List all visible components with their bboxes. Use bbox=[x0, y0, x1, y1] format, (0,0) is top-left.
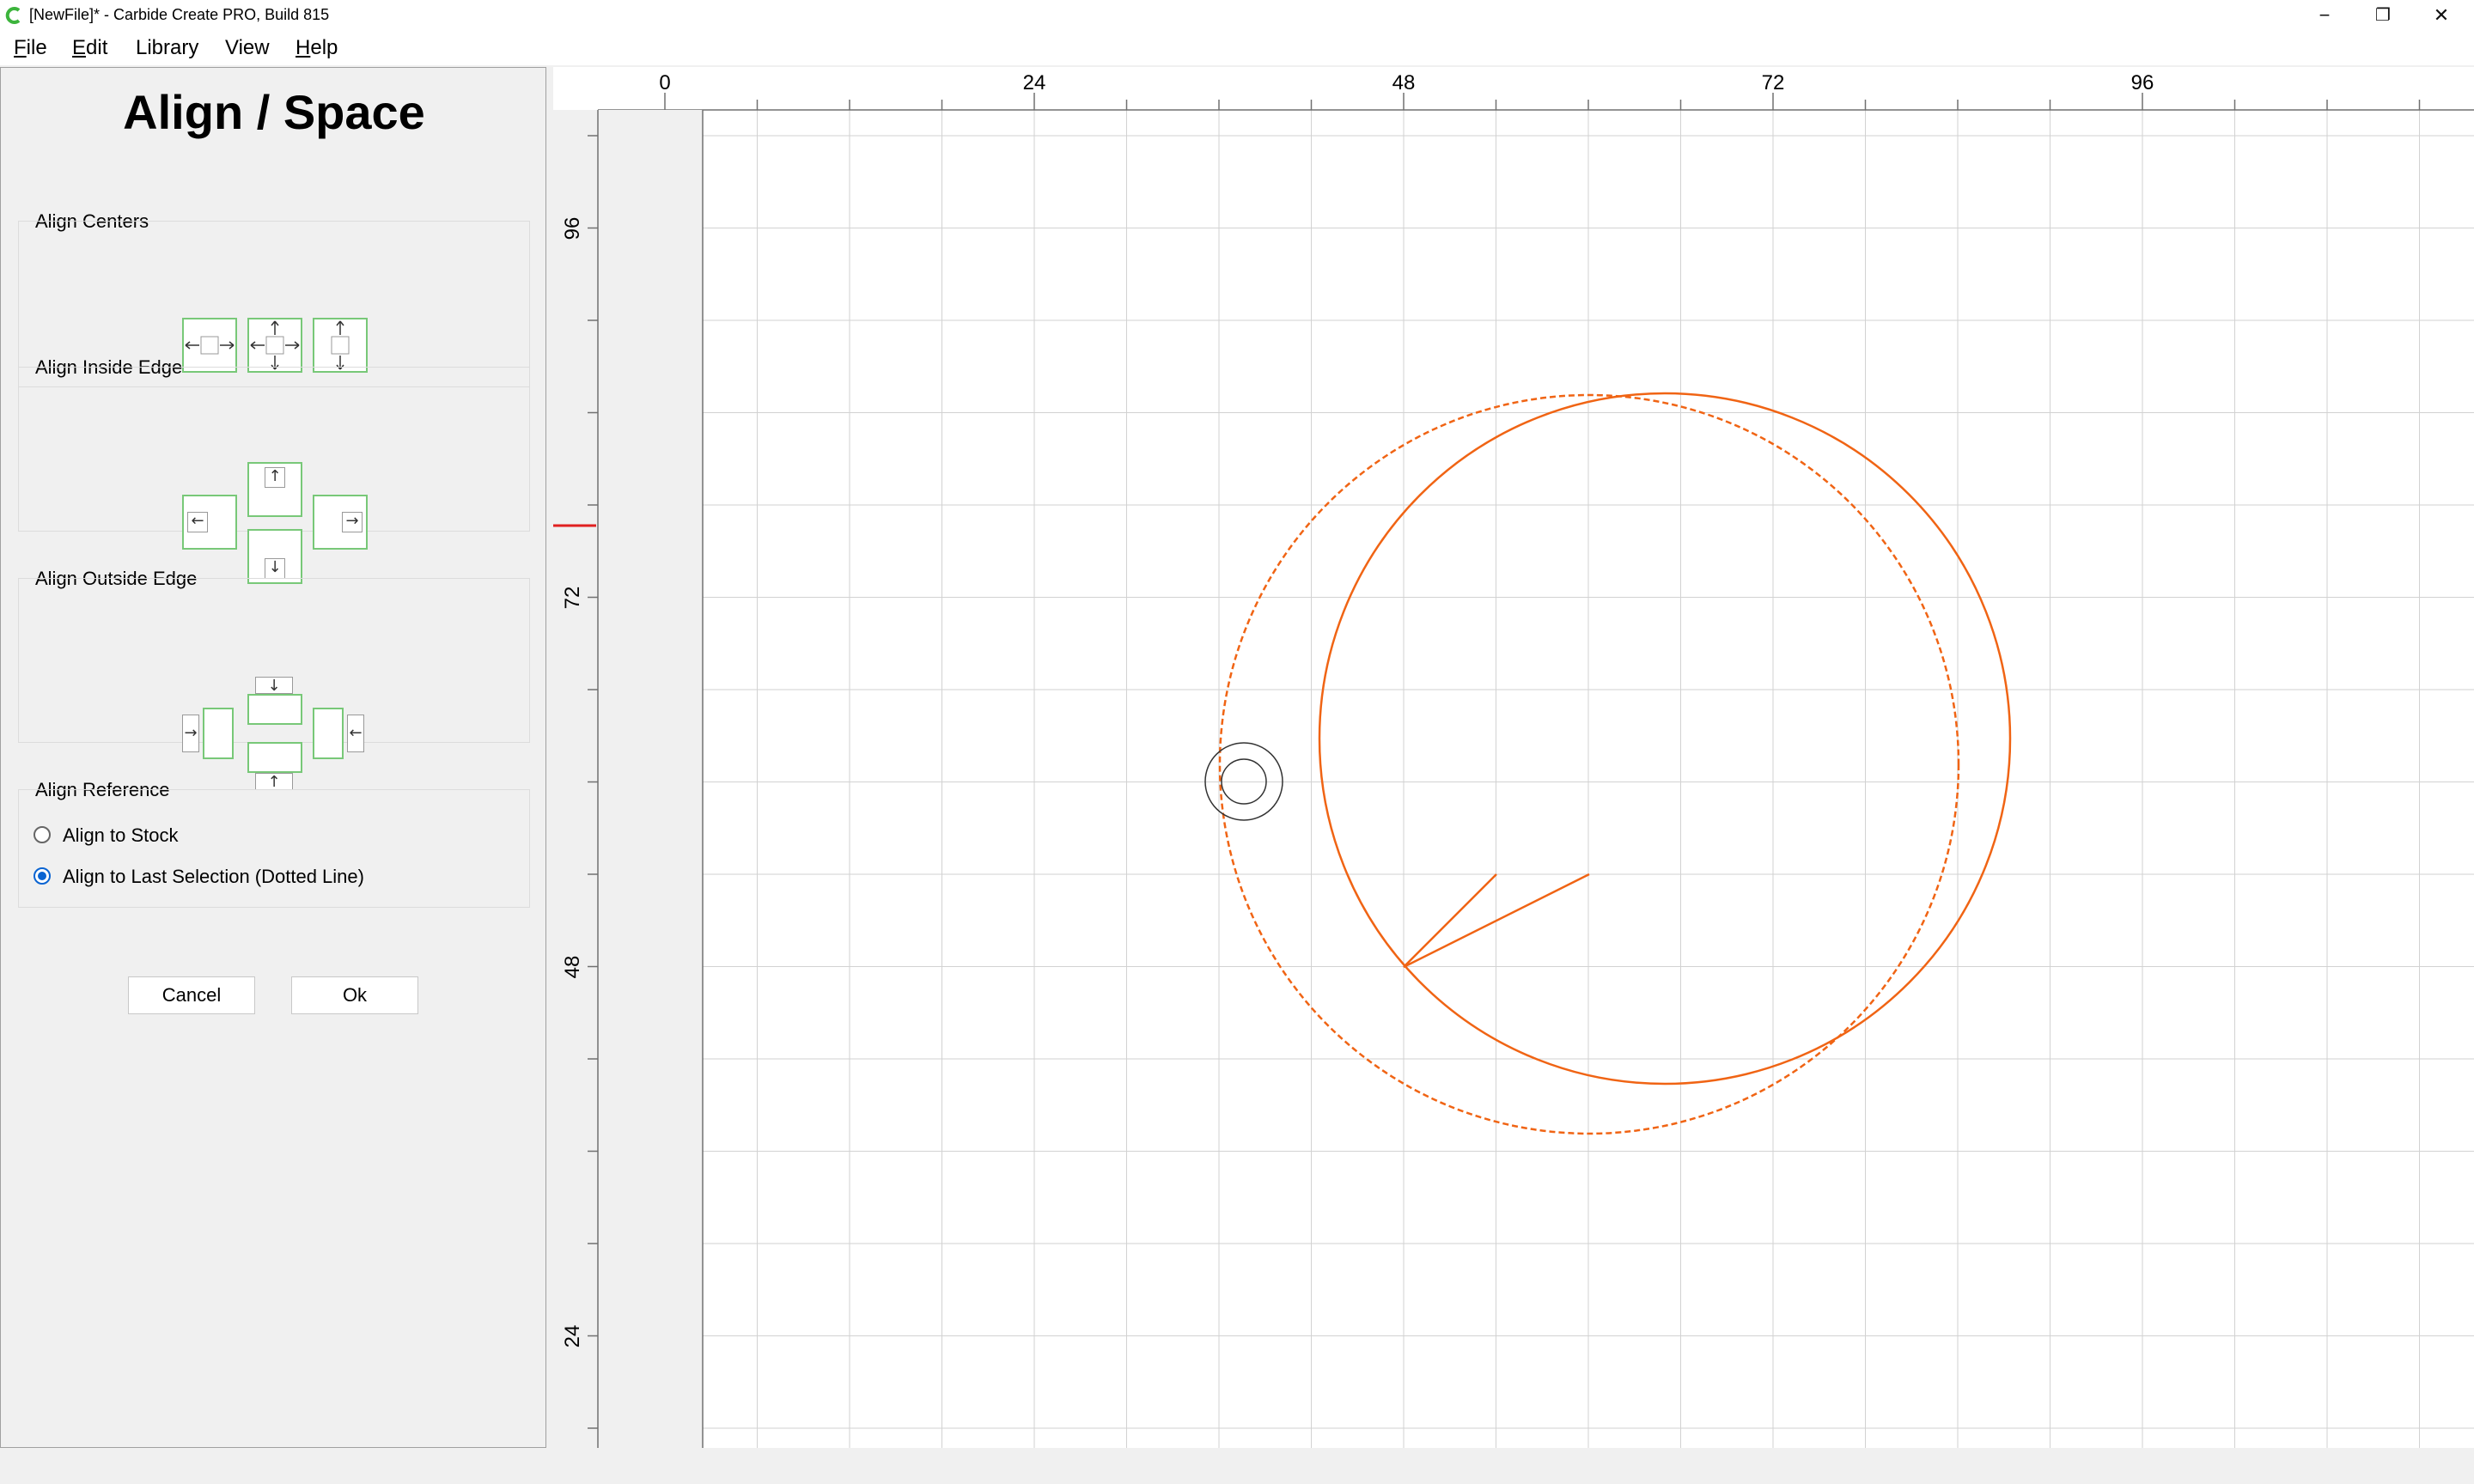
align-outside-edge-group: ↓ → ← ↑ bbox=[18, 578, 530, 791]
design-canvas[interactable]: 0 24 48 72 96 96 72 48 24 bbox=[553, 67, 2474, 1448]
vertical-ruler bbox=[553, 110, 598, 1448]
restore-button[interactable]: ❐ bbox=[2354, 0, 2412, 31]
status-bar bbox=[0, 1448, 2474, 1484]
align-center-both-button[interactable] bbox=[247, 318, 302, 373]
align-inside-left-button[interactable]: ← bbox=[182, 495, 237, 550]
align-outside-bottom-button[interactable] bbox=[247, 742, 302, 773]
window-title: [NewFile]* - Carbide Create PRO, Build 8… bbox=[29, 6, 330, 23]
align-outside-right-button[interactable] bbox=[313, 708, 344, 759]
align-to-stock-label: Align to Stock bbox=[63, 824, 179, 846]
align-to-stock-radio[interactable] bbox=[34, 826, 51, 843]
close-button[interactable]: ✕ bbox=[2412, 0, 2471, 31]
canvas-margin bbox=[598, 110, 703, 1448]
v-ruler-label-48: 48 bbox=[561, 956, 584, 979]
align-to-last-selection-label: Align to Last Selection (Dotted Line) bbox=[63, 866, 364, 887]
align-outside-top-button[interactable] bbox=[247, 694, 302, 725]
align-reference-group bbox=[18, 789, 530, 908]
menu-edit[interactable]: Edit bbox=[72, 36, 107, 60]
minimize-button[interactable]: − bbox=[2295, 0, 2354, 31]
v-ruler-label-72: 72 bbox=[561, 587, 584, 610]
h-ruler-label-48: 48 bbox=[1392, 71, 1416, 94]
align-center-vertical-icon bbox=[331, 320, 350, 370]
h-ruler-label-72: 72 bbox=[1762, 71, 1785, 94]
align-inside-right-button[interactable]: → bbox=[313, 495, 368, 550]
horizontal-ruler bbox=[553, 67, 2474, 110]
arrow-down-icon: ↓ bbox=[265, 558, 285, 579]
align-center-both-icon bbox=[250, 320, 300, 370]
menu-view[interactable]: View bbox=[225, 36, 270, 60]
canvas-svg: 0 24 48 72 96 96 72 48 24 bbox=[553, 67, 2474, 1448]
align-center-horizontal-icon bbox=[185, 336, 235, 355]
align-to-last-selection-radio[interactable] bbox=[34, 867, 51, 885]
menu-library[interactable]: Library bbox=[136, 36, 198, 60]
align-center-vertical-button[interactable] bbox=[313, 318, 368, 373]
h-ruler-label-96: 96 bbox=[2131, 71, 2154, 94]
panel-title: Align / Space bbox=[123, 85, 425, 139]
align-space-panel: Align / Space Align Centers Align Inside… bbox=[0, 67, 546, 1448]
outside-bottom-arrow-icon: ↑ bbox=[255, 773, 293, 791]
menu-help[interactable]: Help bbox=[296, 36, 338, 60]
align-center-horizontal-button[interactable] bbox=[182, 318, 237, 373]
align-inside-edge-group: ↑ ← → ↓ bbox=[18, 367, 530, 584]
outside-top-arrow-icon: ↓ bbox=[255, 677, 293, 695]
menu-bar: File Edit Library View Help bbox=[0, 31, 2474, 65]
ok-button[interactable]: Ok bbox=[291, 976, 418, 1014]
arrow-left-icon: ← bbox=[187, 512, 208, 532]
title-bar: [NewFile]* - Carbide Create PRO, Build 8… bbox=[0, 0, 2474, 31]
v-ruler-label-96: 96 bbox=[561, 217, 584, 240]
outside-left-arrow-icon: → bbox=[182, 715, 199, 752]
h-ruler-label-0: 0 bbox=[659, 71, 670, 94]
v-ruler-label-24: 24 bbox=[561, 1325, 584, 1348]
arrow-right-icon: → bbox=[342, 512, 363, 532]
align-outside-left-button[interactable] bbox=[203, 708, 234, 759]
arrow-up-icon: ↑ bbox=[265, 467, 285, 488]
h-ruler-label-24: 24 bbox=[1023, 71, 1046, 94]
align-inside-top-button[interactable]: ↑ bbox=[247, 462, 302, 517]
menu-file[interactable]: File bbox=[14, 36, 47, 60]
carbide-logo-icon bbox=[5, 7, 21, 24]
outside-right-arrow-icon: ← bbox=[347, 715, 364, 752]
cancel-button[interactable]: Cancel bbox=[128, 976, 255, 1014]
align-inside-bottom-button[interactable]: ↓ bbox=[247, 529, 302, 584]
